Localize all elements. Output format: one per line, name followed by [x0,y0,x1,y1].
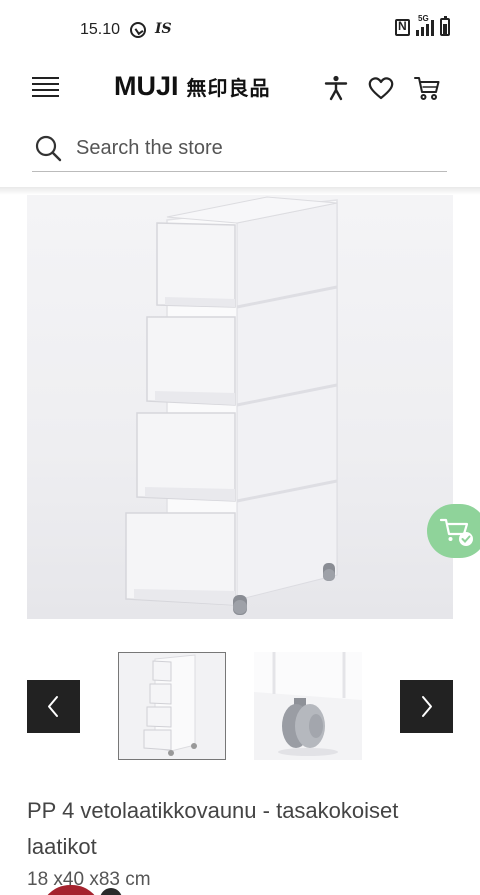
drawer-cart-illustration [125,196,338,615]
site-header: MUJI 無印良品 [0,60,480,116]
battery-icon [440,16,450,36]
search-bar [32,126,447,172]
gallery-thumbnail-1[interactable] [118,652,226,760]
gallery-prev-button[interactable] [27,680,80,733]
signal-icon: 5G [416,14,434,36]
nfc-icon [395,18,410,36]
gallery-thumbnail-2[interactable] [254,652,362,760]
floating-cart-button[interactable] [427,504,480,558]
product-title: PP 4 vetolaatikkovaunu - tasakokoiset la… [27,798,399,859]
status-carrier-badge: IS [155,21,172,37]
cart-icon[interactable] [413,74,441,102]
gallery-next-button[interactable] [400,680,453,733]
whatsapp-icon [130,22,146,38]
chevron-left-icon [48,696,58,717]
chevron-right-icon [422,696,432,717]
thumbnail-wheel-closeup [254,652,362,760]
network-label: 5G [418,14,429,23]
accessibility-icon[interactable] [322,74,350,102]
logo-latin-text: MUJI [114,71,179,101]
status-bar: 15.10 IS 5G [0,0,480,60]
header-divider [0,187,480,195]
status-indicators: 5G [395,14,450,36]
logo-japanese-text: 無印良品 [186,76,271,100]
heart-icon[interactable] [367,74,395,102]
thumbnail-drawer-cart [119,653,225,759]
search-icon[interactable] [34,134,62,162]
search-input[interactable] [76,132,436,164]
product-main-image[interactable] [27,195,453,619]
status-time: 15.10 [80,21,121,38]
menu-icon[interactable] [32,77,60,99]
muji-logo[interactable]: MUJI 無印良品 [114,71,271,102]
cart-check-icon [439,518,473,546]
product-dimensions: 18 x40 x83 cm [27,869,151,890]
